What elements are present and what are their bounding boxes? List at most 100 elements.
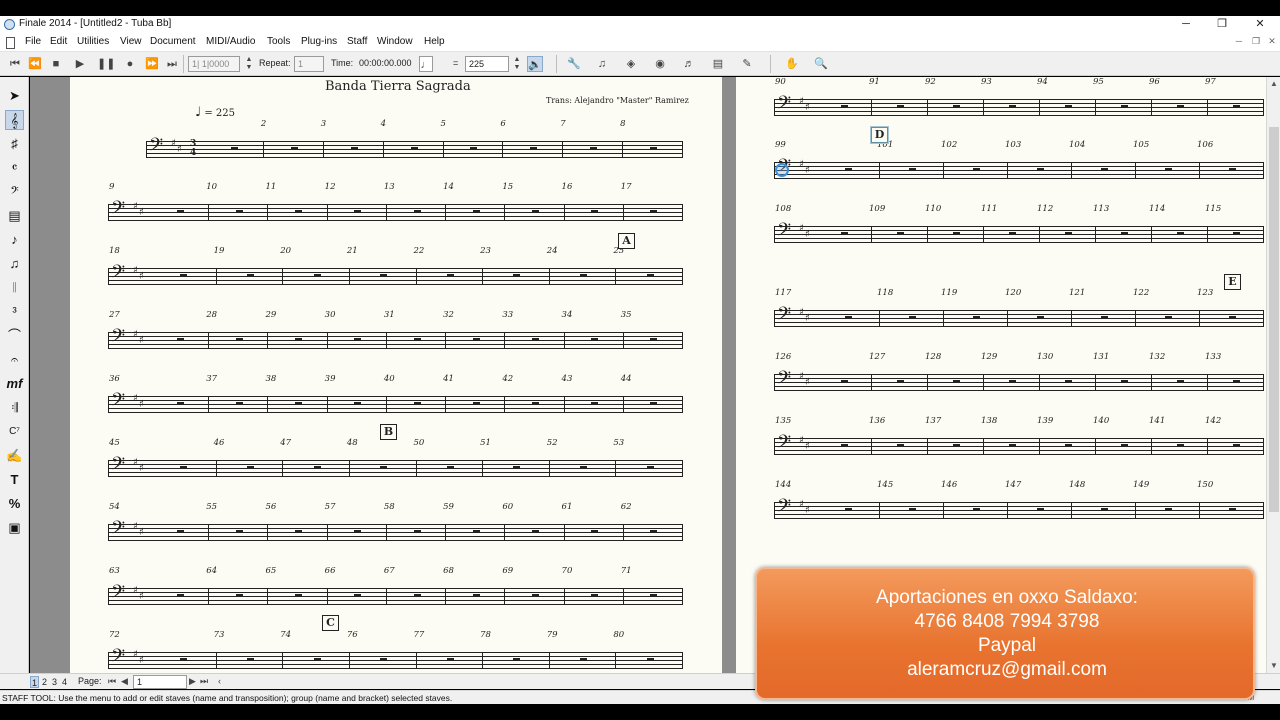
measure-rest[interactable] [472,338,480,341]
menu-utilities[interactable]: Utilities [77,36,109,47]
staff-system[interactable]: 𝄢 ♯ ♯ [774,368,1264,393]
counter-spinner-icon[interactable]: ▲ ▼ [241,56,257,72]
wrench-icon[interactable]: 🔧 [566,56,582,72]
rehearsal-mark-b[interactable]: B [380,424,397,440]
measure-rest[interactable] [1177,380,1184,383]
rehearsal-mark-a[interactable]: A [618,233,635,249]
rewind-icon[interactable]: ⏪ [27,56,43,72]
measure-rest[interactable] [909,508,916,511]
play-icon[interactable]: ▶ [72,56,88,72]
page-tab-4[interactable]: 4 [60,676,69,688]
time-signature-tool-icon[interactable]: 𝄴 [5,158,24,178]
bass-clef-icon[interactable]: 𝄢 [111,262,125,288]
measure-rest[interactable] [646,466,654,469]
measure-rest[interactable] [1233,444,1240,447]
measure-rest[interactable] [897,105,904,108]
measure-rest[interactable] [176,530,184,533]
measure-rest[interactable] [1009,380,1016,383]
tempo-input[interactable]: 225 [465,56,509,72]
stop-icon[interactable]: ■ [48,56,64,72]
measure-rest[interactable] [591,530,599,533]
scroll-down-icon[interactable]: ▼ [1269,661,1279,670]
staff-system[interactable]: 𝄢 ♯ ♯ [774,220,1264,245]
measure-rest[interactable] [235,594,243,597]
menu-tools[interactable]: Tools [267,36,290,47]
measure-rest[interactable] [530,147,538,150]
measure-rest[interactable] [350,147,358,150]
measure-rest[interactable] [354,402,362,405]
measure-rest[interactable] [176,210,184,213]
measure-rest[interactable] [1065,444,1072,447]
mdi-minimize-button[interactable]: ─ [1234,36,1244,46]
measure-rest[interactable] [909,168,916,171]
speaker-icon[interactable]: 🔈 [527,56,543,72]
measure-rest[interactable] [897,232,904,235]
measure-rest[interactable] [1165,508,1172,511]
previous-page-icon[interactable]: ◀ [121,676,128,687]
measure-rest[interactable] [953,444,960,447]
menu-view[interactable]: View [120,36,142,47]
maximize-button[interactable]: ❐ [1214,17,1230,32]
staff-system[interactable]: 𝄢 ♯ ♯ [108,390,683,415]
page-tab-2[interactable]: 2 [40,676,49,688]
first-page-icon[interactable]: ⏮ [108,676,116,687]
menu-help[interactable]: Help [424,36,445,47]
measure-rest[interactable] [176,594,184,597]
measure-rest[interactable] [1121,232,1128,235]
score-title[interactable]: Banda Tierra Sagrada [325,79,471,94]
bass-clef-icon[interactable]: 𝄢 [111,198,125,224]
lyrics-tool-icon[interactable]: ✍ [5,446,24,466]
measure-rest[interactable] [650,530,658,533]
menu-window[interactable]: Window [377,36,413,47]
measure-rest[interactable] [472,530,480,533]
scroll-up-icon[interactable]: ▲ [1269,79,1279,88]
globe-icon[interactable]: ◉ [652,56,668,72]
text-tool-icon[interactable]: T [5,470,24,490]
measure-rest[interactable] [295,210,303,213]
measure-rest[interactable] [650,338,658,341]
measure-rest[interactable] [1065,105,1072,108]
pause-icon[interactable]: ❚❚ [97,56,115,72]
staff-system[interactable]: 𝄢 ♯ ♯ [108,518,683,543]
chord-tool-icon[interactable]: C⁷ [5,422,24,442]
measure-rest[interactable] [531,338,539,341]
measure-rest[interactable] [973,508,980,511]
measure-rest[interactable] [472,594,480,597]
repeat-tool-icon[interactable]: 𝄇 [5,398,24,418]
measure-rest[interactable] [531,210,539,213]
measure-rest[interactable] [470,147,478,150]
menu-document[interactable]: Document [150,36,196,47]
measure-rest[interactable] [845,508,852,511]
measure-rest[interactable] [446,274,454,277]
close-button[interactable]: ✕ [1252,17,1268,32]
measure-rest[interactable] [1229,508,1236,511]
measure-rest[interactable] [1165,168,1172,171]
measure-rest[interactable] [313,466,321,469]
measure-counter-field[interactable]: 1| 1|0000 [188,56,240,72]
key-signature-tool-icon[interactable]: ♯ [5,134,24,154]
measure-rest[interactable] [513,466,521,469]
mdi-close-button[interactable]: ✕ [1267,36,1277,47]
measure-rest[interactable] [953,105,960,108]
bass-clef-icon[interactable]: 𝄢 [111,582,125,608]
bass-clef-icon[interactable]: 𝄢 [777,220,791,246]
measure-rest[interactable] [590,147,598,150]
staff-system[interactable]: 𝄢 ♯ ♯ [774,156,1264,181]
measure-rest[interactable] [841,232,848,235]
measure-rest[interactable] [1121,105,1128,108]
bass-clef-icon[interactable]: 𝄢 [777,432,791,458]
measure-rest[interactable] [591,402,599,405]
expression-tool-icon[interactable]: mf [5,374,24,394]
measure-rest[interactable] [1037,168,1044,171]
rehearsal-mark-c[interactable]: C [322,615,339,631]
last-page-icon[interactable]: ⏭ [200,676,208,687]
staff-system[interactable]: 𝄢 ♯ ♯ [108,262,683,287]
measure-rest[interactable] [380,274,388,277]
scroll-left-icon[interactable]: ‹ [218,676,221,686]
note-value-icon[interactable]: ♩ [419,56,433,72]
measure-rest[interactable] [235,402,243,405]
measure-rest[interactable] [290,147,298,150]
measure-rest[interactable] [354,338,362,341]
page-tab-1[interactable]: 1 [30,676,39,688]
measure-rest[interactable] [230,147,238,150]
